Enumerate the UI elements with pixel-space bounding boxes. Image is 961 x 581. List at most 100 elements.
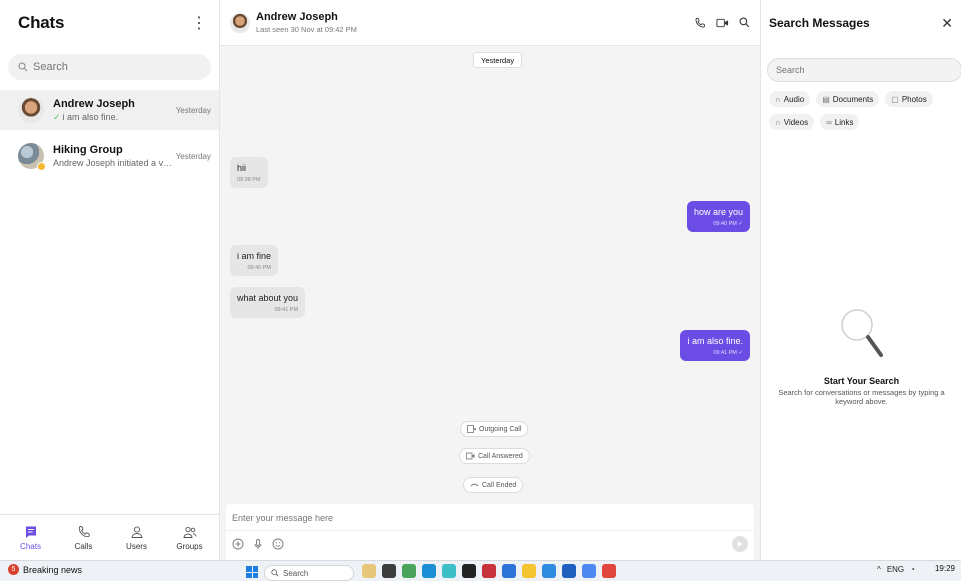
wifi-icon[interactable]: ◔	[910, 565, 915, 574]
chat-preview: ✓ i am also fine.	[53, 112, 176, 123]
chat-search-box[interactable]	[8, 54, 211, 80]
nav-label: Users	[126, 541, 147, 551]
app-icon[interactable]	[562, 564, 576, 578]
chip-label: Documents	[832, 94, 874, 104]
message-search-input[interactable]	[776, 65, 946, 75]
outgoing-call-icon	[467, 425, 476, 433]
call-event-ended: Call Ended	[463, 477, 524, 493]
headphones-icon: ∩	[775, 94, 781, 104]
voice-call-button[interactable]	[694, 17, 706, 29]
microphone-icon[interactable]	[252, 538, 264, 550]
app-icon[interactable]	[422, 564, 436, 578]
message-bubble[interactable]: i am fine 09:40 PM	[230, 245, 279, 276]
nav-label: Chats	[20, 541, 41, 551]
windows-taskbar: 5 Breaking news Search ^ ENG ◔ 19:29	[0, 560, 961, 581]
send-icon	[737, 541, 743, 547]
search-conversation-button[interactable]	[739, 17, 750, 28]
read-check-icon: ✓	[738, 350, 743, 356]
nav-chats[interactable]: Chats	[11, 525, 51, 551]
conversation-title: Andrew Joseph	[256, 10, 338, 23]
search-icon	[739, 17, 750, 28]
nav-users[interactable]: Users	[117, 525, 157, 551]
last-seen-status: Last seen 30 Nov at 09:42 PM	[256, 24, 357, 34]
empty-state-text: Search for conversations or messages by …	[778, 388, 945, 406]
add-attachment-icon[interactable]	[232, 538, 244, 550]
video-call-button[interactable]	[716, 17, 729, 29]
app-icon[interactable]	[442, 564, 456, 578]
conversation-header: Andrew Joseph Last seen 30 Nov at 09:42 …	[220, 0, 760, 46]
message-search-box[interactable]	[767, 58, 961, 82]
app-icon[interactable]	[542, 564, 556, 578]
filter-chip-videos[interactable]: ∩ Videos	[769, 114, 815, 130]
app-icon[interactable]	[602, 564, 616, 578]
avatar	[18, 143, 46, 171]
call-event-label: Call Answered	[478, 452, 523, 460]
read-check-icon: ✓	[53, 111, 61, 122]
chat-item-hiking-group[interactable]: Hiking Group Andrew Joseph initiated a v…	[0, 136, 219, 176]
filter-chip-audio[interactable]: ∩ Audio	[769, 91, 811, 107]
chat-item-andrew-joseph[interactable]: Andrew Joseph ✓ i am also fine. Yesterday	[0, 90, 219, 130]
avatar[interactable]	[230, 12, 250, 33]
message-bubble[interactable]: hii 09:38 PM	[230, 157, 268, 188]
message-bubble[interactable]: how are you 09:40 PM ✓	[686, 201, 750, 232]
system-tray: ^ ENG ◔	[877, 565, 915, 574]
chip-label: Videos	[783, 117, 809, 127]
language-indicator[interactable]: ENG	[887, 565, 904, 574]
message-time-text: 09:41 PM	[713, 350, 737, 356]
filter-chip-links[interactable]: ∞ Links	[820, 114, 860, 130]
conversation-actions	[694, 17, 750, 29]
app-icon[interactable]	[362, 564, 376, 578]
composer-tools	[232, 538, 284, 550]
filter-chip-photos[interactable]: ▢ Photos	[885, 91, 933, 107]
message-input[interactable]	[232, 510, 732, 526]
more-options-icon[interactable]: ⋮	[191, 13, 207, 33]
nav-label: Calls	[74, 541, 93, 551]
message-text: what about you	[237, 293, 299, 303]
chat-search-input[interactable]	[33, 61, 193, 73]
app-icon[interactable]	[462, 564, 476, 578]
video-camera-icon	[466, 452, 475, 460]
message-bubble[interactable]: what about you 09:41 PM	[230, 287, 306, 318]
phone-icon	[695, 17, 705, 27]
nav-groups[interactable]: Groups	[170, 525, 210, 551]
avatar	[18, 97, 44, 123]
app-icon[interactable]	[502, 564, 516, 578]
news-label: Breaking news	[23, 564, 83, 575]
magnifier-illustration-icon	[840, 309, 883, 357]
message-time: 09:40 PM ✓	[694, 221, 743, 227]
composer-divider	[226, 530, 754, 531]
close-icon[interactable]: ✕	[941, 15, 953, 32]
chat-item-text: Hiking Group Andrew Joseph initiated a v…	[53, 144, 176, 168]
chat-item-text: Andrew Joseph ✓ i am also fine.	[53, 98, 176, 123]
video-icon: ∩	[775, 117, 781, 127]
conversation-panel: Andrew Joseph Last seen 30 Nov at 09:42 …	[220, 0, 760, 560]
windows-start-icon[interactable]	[246, 566, 258, 578]
chats-header: Chats ⋮	[0, 0, 219, 46]
search-icon	[18, 62, 28, 72]
message-text: i am fine	[237, 251, 272, 261]
message-text: i am also fine.	[687, 336, 743, 346]
taskbar-clock[interactable]: 19:29	[935, 564, 955, 573]
nav-calls[interactable]: Calls	[64, 525, 104, 551]
group-icon	[182, 526, 196, 538]
chat-time: Yesterday	[175, 151, 211, 161]
send-button[interactable]	[732, 536, 748, 552]
search-icon	[271, 569, 279, 577]
app-icon[interactable]	[582, 564, 596, 578]
app-icon[interactable]	[522, 564, 536, 578]
chip-label: Photos	[901, 94, 927, 104]
chat-preview: Andrew Joseph initiated a voice call	[53, 158, 176, 168]
empty-state-title: Start Your Search	[823, 376, 900, 386]
document-icon: ▤	[822, 94, 830, 104]
taskbar-search[interactable]: Search	[264, 565, 354, 581]
news-widget[interactable]: 5 Breaking news	[8, 564, 82, 575]
chevron-up-icon[interactable]: ^	[877, 565, 881, 574]
filter-chip-documents[interactable]: ▤ Documents	[816, 91, 880, 107]
message-text: how are you	[693, 207, 743, 217]
app-icon[interactable]	[482, 564, 496, 578]
app-icon[interactable]	[382, 564, 396, 578]
message-text: hii	[237, 163, 247, 173]
app-icon[interactable]	[402, 564, 416, 578]
message-bubble[interactable]: i am also fine. 09:41 PM ✓	[680, 330, 750, 361]
emoji-icon[interactable]	[272, 538, 284, 550]
